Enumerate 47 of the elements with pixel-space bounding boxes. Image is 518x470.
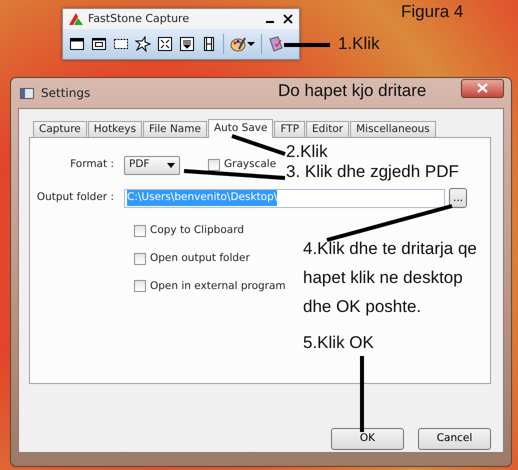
logo-icon — [69, 12, 83, 25]
document-icon[interactable] — [268, 36, 284, 52]
window-frame-icon[interactable] — [91, 36, 107, 52]
tab[interactable]: Hotkeys — [88, 121, 142, 137]
close-icon — [477, 83, 488, 93]
annotation-text: Figura 4 — [401, 3, 464, 22]
checkbox[interactable] — [134, 224, 146, 237]
palette-icon[interactable] — [230, 36, 246, 52]
checkbox-label: Open output folder — [150, 250, 250, 266]
checkbox[interactable] — [134, 252, 146, 265]
close-button[interactable] — [461, 78, 504, 98]
checkbox-label: Grayscale — [224, 157, 276, 172]
checkbox[interactable] — [134, 280, 146, 292]
film-icon[interactable] — [201, 36, 217, 52]
annotation-text: 1.Klik — [338, 35, 380, 54]
cancel-button[interactable]: Cancel — [418, 428, 491, 450]
ok-button[interactable]: OK — [331, 428, 404, 450]
annotation-text: 5.Klik OK — [303, 334, 374, 353]
checkbox-label: Open in external program — [150, 278, 286, 294]
tab[interactable]: File Name — [143, 121, 207, 137]
window-title: FastStone Capture — [88, 10, 190, 27]
window-icon — [20, 88, 34, 100]
window-title: Settings — [41, 85, 90, 102]
annotation-text: 3. Klik dhe zgjedh PDF — [286, 163, 459, 182]
close-icon[interactable] — [283, 14, 293, 24]
tab[interactable]: Editor — [306, 121, 350, 137]
annotation-text: Do hapet kjo dritare — [278, 82, 426, 101]
tab[interactable]: Auto Save — [208, 119, 274, 138]
fullscreen-icon[interactable] — [157, 36, 173, 52]
checkbox-label: Copy to Clipboard — [150, 223, 244, 238]
annotation-text: 2.Klik — [286, 143, 328, 162]
tab[interactable]: Capture — [33, 121, 87, 137]
star-icon[interactable] — [135, 36, 151, 52]
leader-line — [231, 134, 286, 156]
browse-button[interactable]: ... — [449, 188, 467, 208]
tab[interactable]: FTP — [274, 121, 306, 137]
caret-icon — [167, 162, 175, 168]
format-dropdown[interactable]: PDF — [124, 156, 180, 174]
tab[interactable]: Miscellaneous — [350, 121, 436, 137]
window-icon[interactable] — [69, 36, 85, 52]
dashed-rectangle-icon[interactable] — [113, 36, 129, 52]
scroll-window-icon[interactable] — [179, 36, 195, 52]
field-label: Output folder : — [36, 190, 115, 206]
field-label: Format : — [69, 157, 115, 172]
leader-line — [284, 43, 330, 47]
checkbox[interactable] — [208, 159, 220, 171]
annotation-text: 4.Klik dhe te dritarja qe hapet klik ne desktop dhe OK poshte. — [303, 238, 477, 318]
